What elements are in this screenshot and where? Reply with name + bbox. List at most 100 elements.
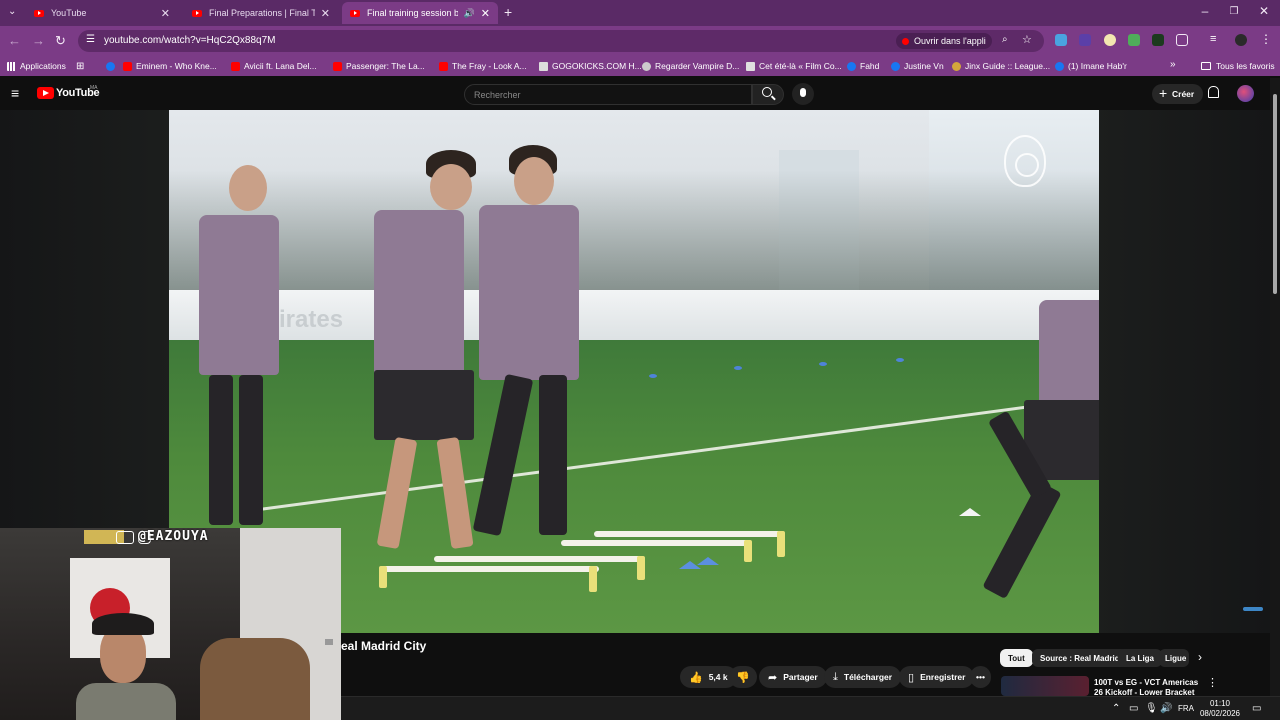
search-input[interactable]: Rechercher <box>464 84 752 105</box>
bookmark-cet-ete-la[interactable]: Cet été-là « Film Co... <box>746 61 842 71</box>
scrollbar-thumb[interactable] <box>1273 94 1277 294</box>
address-bar[interactable]: ☰ youtube.com/watch?v=HqC2Qx88q7M Ouvrir… <box>78 30 1044 52</box>
chip-la-liga[interactable]: La Liga <box>1118 649 1163 667</box>
download-button[interactable]: ⤓ Télécharger <box>824 666 902 688</box>
more-actions-button[interactable]: ••• <box>970 666 991 688</box>
save-label: Enregistrer <box>920 672 966 682</box>
tray-microphone-icon[interactable]: 🎙 <box>1145 703 1158 714</box>
bookmark-gogokicks[interactable]: GOGOKICKS.COM H... <box>539 61 642 71</box>
bookmarks-bar: Applications ⊞ Eminem - Who Kne... Avici… <box>0 56 1280 76</box>
language-indicator[interactable]: FRA <box>1178 704 1194 713</box>
bookmark-eminem[interactable]: Eminem - Who Kne... <box>106 61 217 71</box>
extension-translate-icon[interactable] <box>1055 34 1067 46</box>
create-button[interactable]: Créer <box>1152 84 1204 104</box>
bookmark-justine[interactable]: Justine Vn <box>891 61 944 71</box>
bookmark-label: Jinx Guide :: League... <box>965 61 1051 71</box>
more-bookmarks-chevron-icon[interactable]: » <box>1170 59 1176 70</box>
recommended-title[interactable]: 100T vs EG - VCT Americas 26 Kickoff - L… <box>1094 678 1206 696</box>
zoom-icon[interactable]: ⌕ <box>1002 34 1008 45</box>
site-info-icon[interactable]: ☰ <box>86 34 95 45</box>
bookmark-imane[interactable]: (1) Imane Hab'r <box>1055 61 1127 71</box>
share-button[interactable]: ➦ Partager <box>759 666 827 688</box>
facebook-icon <box>847 61 856 71</box>
miniplayer-badge-icon[interactable] <box>1243 607 1263 611</box>
chip-ligue[interactable]: Ligue <box>1159 649 1189 667</box>
minimize-icon[interactable]: – <box>1195 4 1215 18</box>
extension-lamp-icon[interactable] <box>1104 34 1116 46</box>
chips-next-chevron-icon[interactable]: › <box>1198 650 1202 664</box>
bookmark-label: Cet été-là « Film Co... <box>759 61 842 71</box>
tv-icon <box>325 639 333 645</box>
bookmark-jinx-guide[interactable]: Jinx Guide :: League... <box>952 61 1050 71</box>
youtube-logo-icon[interactable] <box>37 87 54 99</box>
bookmark-fahd[interactable]: Fahd <box>847 61 879 71</box>
reload-icon[interactable]: ↻ <box>55 33 66 49</box>
youtube-favicon-icon <box>350 9 360 17</box>
extension-leaf-icon[interactable] <box>1128 34 1140 46</box>
browser-menu-icon[interactable]: ⋮ <box>1260 32 1272 46</box>
save-button[interactable]: ▯ Enregistrer <box>899 666 975 688</box>
extension-terminal-icon[interactable] <box>1152 34 1164 46</box>
bookmark-vampire[interactable]: Regarder Vampire D... <box>642 61 739 71</box>
facebook-icon <box>1055 61 1064 71</box>
bookmark-label: Regarder Vampire D... <box>655 61 740 71</box>
close-tab-icon[interactable]: ✕ <box>321 7 330 20</box>
forward-arrow-icon[interactable]: → <box>32 33 45 48</box>
all-bookmarks[interactable]: Tous les favoris <box>1201 61 1275 71</box>
bookmark-label: Avicii ft. Lana Del... <box>244 61 317 71</box>
youtube-icon <box>123 61 132 71</box>
bookmark-grid[interactable]: ⊞ <box>76 61 84 72</box>
speaker-icon[interactable]: 🔊 <box>464 8 475 19</box>
tab-youtube[interactable]: YouTube ✕ <box>26 2 178 24</box>
voice-search-button[interactable] <box>792 83 814 105</box>
chip-tout[interactable]: Tout <box>1000 649 1033 667</box>
bookmark-label: (1) Imane Hab'r <box>1068 61 1127 71</box>
recommended-menu-icon[interactable]: ⋮ <box>1207 676 1218 689</box>
new-tab-icon[interactable]: + <box>504 4 512 20</box>
globe-icon <box>642 61 651 71</box>
profile-avatar[interactable] <box>1235 34 1247 46</box>
facebook-icon <box>891 61 900 71</box>
hurdle-leg <box>777 531 785 557</box>
extension-purple-icon[interactable] <box>1079 34 1091 46</box>
page-scrollbar[interactable] <box>1270 78 1280 696</box>
clock-date: 08/02/2026 <box>1199 709 1241 718</box>
tray-overflow-chevron-icon[interactable]: ⌃ <box>1112 703 1120 714</box>
real-madrid-crest-icon <box>1004 135 1046 187</box>
hamburger-menu-icon[interactable]: ≡ <box>11 85 19 101</box>
system-clock[interactable]: 01:10 08/02/2026 <box>1198 699 1242 719</box>
tab-search-chevron-icon[interactable]: ⌄ <box>8 6 16 17</box>
notification-center-icon[interactable]: ▭ <box>1252 703 1261 714</box>
close-tab-icon[interactable]: ✕ <box>481 7 490 20</box>
tray-app-icon[interactable]: ▭ <box>1129 703 1138 714</box>
recommended-thumbnail[interactable] <box>1001 676 1089 696</box>
dislike-button[interactable]: 👎 <box>729 666 757 688</box>
close-tab-icon[interactable]: ✕ <box>161 7 170 20</box>
tab-final-preparations[interactable]: Final Preparations | Final Touch ✕ <box>184 2 338 24</box>
bookmark-label: Tous les favoris <box>1216 61 1275 71</box>
extensions-puzzle-icon[interactable] <box>1176 34 1188 46</box>
training-disc <box>649 374 657 378</box>
grid-icon: ⊞ <box>76 61 85 72</box>
bookmark-star-icon[interactable]: ☆ <box>1022 33 1032 46</box>
bookmark-avicii[interactable]: Avicii ft. Lana Del... <box>231 61 317 71</box>
media-controls-icon[interactable]: ≡ <box>1210 33 1216 45</box>
notifications-bell-icon[interactable] <box>1208 86 1219 98</box>
restore-icon[interactable]: ❐ <box>1224 6 1244 17</box>
window-close-icon[interactable]: ✕ <box>1254 4 1274 18</box>
browser-toolbar: ← → ↻ ☰ youtube.com/watch?v=HqC2Qx88q7M … <box>0 26 1280 56</box>
url-text[interactable]: youtube.com/watch?v=HqC2Qx88q7M <box>104 35 275 46</box>
tab-final-training-session[interactable]: Final training session before 🔊 ✕ <box>342 2 498 24</box>
back-arrow-icon[interactable]: ← <box>8 33 21 48</box>
bookmark-the-fray[interactable]: The Fray - Look A... <box>439 61 527 71</box>
bookmark-passenger[interactable]: Passenger: The La... <box>333 61 425 71</box>
webcam-chair <box>200 638 310 720</box>
open-in-app-button[interactable]: Ouvrir dans l'appli <box>896 33 992 49</box>
account-avatar[interactable] <box>1237 85 1254 102</box>
like-count: 5,4 k <box>708 672 728 682</box>
clock-time: 01:10 <box>1209 699 1231 708</box>
search-button[interactable] <box>752 84 784 105</box>
chip-source-real-madrid[interactable]: Source : Real Madrid <box>1032 649 1128 667</box>
volume-icon[interactable]: 🔊 <box>1160 703 1172 714</box>
bookmark-applications[interactable]: Applications <box>7 61 66 71</box>
